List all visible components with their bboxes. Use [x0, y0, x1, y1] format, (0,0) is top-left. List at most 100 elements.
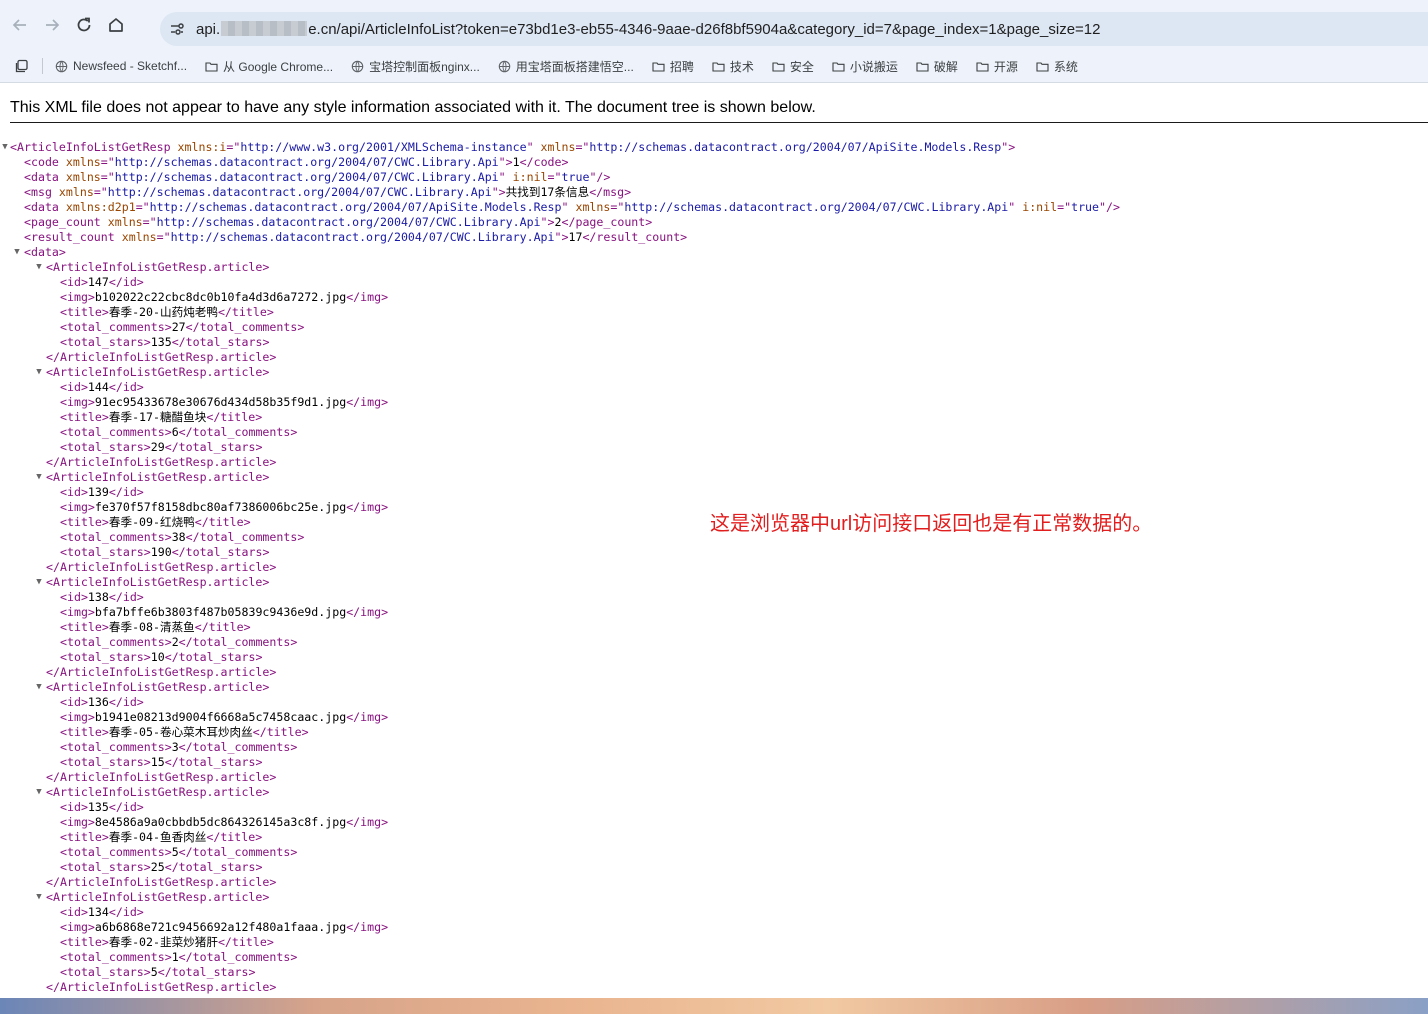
xml-article-img: <img>b1941e08213d9004f6668a5c7458caac.jp…	[60, 710, 389, 724]
xml-article-close: </ArticleInfoListGetResp.article>	[46, 350, 277, 364]
xml-article-close: </ArticleInfoListGetResp.article>	[46, 875, 277, 889]
xml-article-total-stars: <total_stars>5</total_stars>	[60, 965, 256, 979]
desktop-taskbar-strip	[0, 998, 1428, 1014]
redacted-domain	[221, 20, 308, 36]
xml-code: <code xmlns="http://schemas.datacontract…	[24, 155, 569, 169]
xml-article-img: <img>bfa7bffe6b3803f487b05839c9436e9d.jp…	[60, 605, 389, 619]
xml-article-open: ▼ <ArticleInfoListGetResp.article>	[10, 890, 1420, 905]
xml-article-id: <id>147</id>	[60, 275, 144, 289]
folder-icon	[916, 60, 934, 73]
bookmark-item[interactable]: 开源	[976, 58, 1018, 75]
bookmark-label: 用宝塔面板搭建悟空...	[515, 59, 634, 74]
xml-msg: <msg xmlns="http://schemas.datacontract.…	[24, 185, 632, 199]
xml-article-title: <title>春季-05-卷心菜木耳炒肉丝</title>	[60, 725, 309, 739]
xml-article-id: <id>138</id>	[60, 590, 144, 604]
bookmark-label: 小说搬运	[849, 59, 898, 74]
bookmark-item[interactable]: 从 Google Chrome...	[205, 58, 333, 75]
address-bar[interactable]: api. e.cn/api/ArticleInfoList?token=e73bd…	[160, 12, 1428, 46]
xml-article-id: <id>136</id>	[60, 695, 144, 709]
folder-icon	[832, 60, 850, 73]
collapse-triangle-icon[interactable]: ▼	[34, 890, 44, 905]
xml-article-id: <id>134</id>	[60, 905, 144, 919]
url-text[interactable]: api. e.cn/api/ArticleInfoList?token=e73bd…	[196, 20, 1101, 38]
collapse-triangle-icon[interactable]: ▼	[34, 575, 44, 590]
home-button[interactable]	[102, 11, 130, 39]
bookmark-label: 破解	[933, 59, 958, 74]
xml-article-total-stars: <total_stars>29</total_stars>	[60, 440, 263, 454]
xml-article-list: ▼ <ArticleInfoListGetResp.article> <id>147…	[10, 260, 1420, 995]
xml-article-total-comments: <total_comments>5</total_comments>	[60, 845, 298, 859]
xml-article-open: ▼ <ArticleInfoListGetResp.article>	[10, 575, 1420, 590]
collapse-triangle-icon[interactable]: ▼	[34, 260, 44, 275]
collapse-triangle-icon[interactable]: ▼	[0, 140, 10, 155]
bookmark-label: 系统	[1053, 59, 1078, 74]
tab-search-icon[interactable]	[14, 58, 30, 74]
xml-article-title: <title>春季-20-山药炖老鸭</title>	[60, 305, 274, 319]
folder-icon	[976, 60, 994, 73]
reload-button[interactable]	[70, 11, 98, 39]
bookmark-item[interactable]: 技术	[712, 58, 754, 75]
site-info-icon[interactable]	[160, 21, 194, 37]
xml-root-open: ▼ <ArticleInfoListGetResp xmlns:i="http:/…	[2, 140, 1420, 155]
arrow-right-icon	[46, 19, 60, 31]
bookmark-item[interactable]: 用宝塔面板搭建悟空...	[498, 58, 634, 75]
xml-article-total-comments: <total_comments>27</total_comments>	[60, 320, 305, 334]
arrow-left-icon	[12, 19, 26, 31]
home-icon	[109, 18, 123, 32]
xml-article-close: </ArticleInfoListGetResp.article>	[46, 560, 277, 574]
xml-article-total-comments: <total_comments>6</total_comments>	[60, 425, 298, 439]
folder-icon	[1036, 60, 1054, 73]
bookmark-item[interactable]: 招聘	[652, 58, 694, 75]
bookmark-label: 招聘	[669, 59, 694, 74]
folder-icon	[205, 60, 223, 73]
xml-article-title: <title>春季-08-清蒸鱼</title>	[60, 620, 251, 634]
xml-article-close: </ArticleInfoListGetResp.article>	[46, 455, 277, 469]
xml-article-img: <img>b102022c22cbc8dc0b10fa4d3d6a7272.jp…	[60, 290, 389, 304]
bookmark-item[interactable]: 小说搬运	[832, 58, 898, 75]
xml-data-open: ▼ <data>	[10, 245, 1420, 260]
collapse-triangle-icon[interactable]: ▼	[34, 680, 44, 695]
bookmark-item[interactable]: Newsfeed - Sketchf...	[55, 59, 187, 73]
url-suffix: e.cn/api/ArticleInfoList?token=e73bd1e3-…	[308, 20, 1101, 38]
bookmark-label: 开源	[993, 59, 1018, 74]
collapse-triangle-icon[interactable]: ▼	[12, 245, 22, 260]
xml-article-total-stars: <total_stars>25</total_stars>	[60, 860, 263, 874]
xml-article-total-stars: <total_stars>15</total_stars>	[60, 755, 263, 769]
folder-icon	[652, 60, 670, 73]
xml-article-open: ▼ <ArticleInfoListGetResp.article>	[10, 470, 1420, 485]
bookmark-item[interactable]: 安全	[772, 58, 814, 75]
xml-document-tree: ▼ <ArticleInfoListGetResp xmlns:i="http:/…	[2, 140, 1420, 995]
url-prefix: api.	[196, 20, 221, 38]
xml-article-title: <title>春季-17-糖醋鱼块</title>	[60, 410, 263, 424]
back-button[interactable]	[6, 11, 34, 39]
bookmark-item[interactable]: 系统	[1036, 58, 1078, 75]
xml-article-img: <img>8e4586a9a0cbbdb5dc864326145a3c8f.jp…	[60, 815, 389, 829]
xml-result-count: <result_count xmlns="http://schemas.data…	[24, 230, 688, 244]
bookmark-item[interactable]: 宝塔控制面板nginx...	[351, 58, 480, 75]
xml-article-id: <id>139</id>	[60, 485, 144, 499]
xml-article-img: <img>91ec95433678e30676d434d58b35f9d1.jp…	[60, 395, 389, 409]
globe-icon	[55, 60, 73, 73]
reload-icon	[77, 17, 91, 32]
xml-article-title: <title>春季-02-韭菜炒猪肝</title>	[60, 935, 274, 949]
bookmark-list: Newsfeed - Sketchf... 从 Google Chrome... 宝…	[55, 58, 1096, 75]
xml-article-close: </ArticleInfoListGetResp.article>	[46, 665, 277, 679]
bookmark-label: 技术	[729, 59, 754, 74]
xml-article-total-comments: <total_comments>2</total_comments>	[60, 635, 298, 649]
collapse-triangle-icon[interactable]: ▼	[34, 365, 44, 380]
xml-article-id: <id>135</id>	[60, 800, 144, 814]
forward-button[interactable]	[38, 11, 66, 39]
xml-article-id: <id>144</id>	[60, 380, 144, 394]
bookmark-item[interactable]: 破解	[916, 58, 958, 75]
bookmark-label: 宝塔控制面板nginx...	[369, 59, 480, 74]
xml-article-close: </ArticleInfoListGetResp.article>	[46, 770, 277, 784]
collapse-triangle-icon[interactable]: ▼	[34, 785, 44, 800]
globe-icon	[351, 60, 369, 73]
xml-article-open: ▼ <ArticleInfoListGetResp.article>	[10, 785, 1420, 800]
collapse-triangle-icon[interactable]: ▼	[34, 470, 44, 485]
xml-article-open: ▼ <ArticleInfoListGetResp.article>	[10, 365, 1420, 380]
bookmarks-separator	[42, 58, 43, 74]
xml-article-total-comments: <total_comments>1</total_comments>	[60, 950, 298, 964]
xml-article-img: <img>a6b6868e721c9456692a12f480a1faaa.jp…	[60, 920, 389, 934]
xml-page-count: <page_count xmlns="http://schemas.dataco…	[24, 215, 653, 229]
